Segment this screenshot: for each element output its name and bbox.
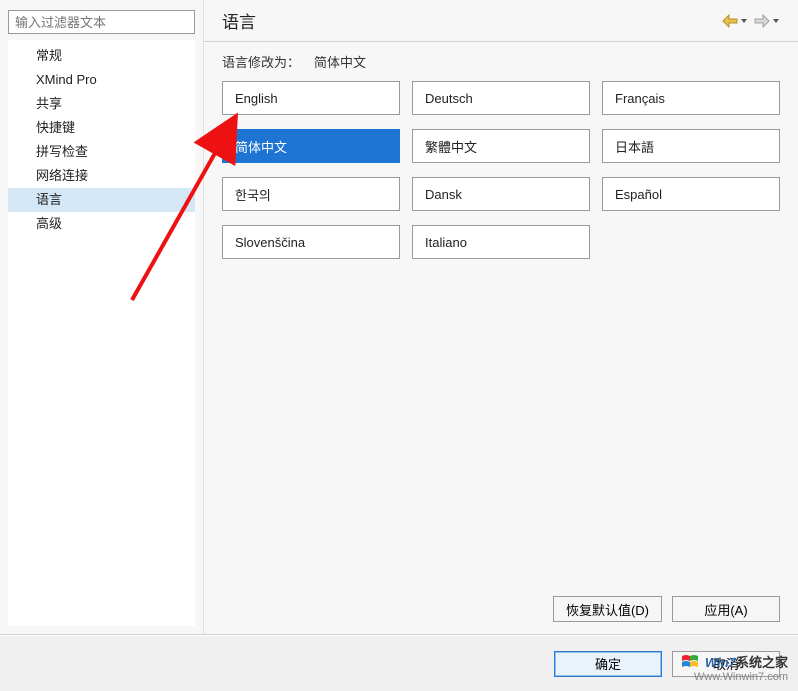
lang-option-francais[interactable]: Français — [602, 81, 780, 115]
lang-option-deutsch[interactable]: Deutsch — [412, 81, 590, 115]
apply-label: 应用(A) — [704, 603, 747, 618]
restore-defaults-label: 恢复默认值(D) — [566, 603, 649, 618]
lang-option-italiano[interactable]: Italiano — [412, 225, 590, 259]
back-button[interactable] — [722, 14, 748, 28]
forward-button[interactable] — [754, 14, 780, 28]
current-language-label: 语言修改为： 简体中文 — [204, 52, 798, 81]
back-arrow-icon — [722, 14, 738, 28]
sidebar-item-xmind-pro[interactable]: XMind Pro — [8, 68, 195, 92]
dropdown-caret-icon — [772, 17, 780, 25]
lang-option-traditional-chinese[interactable]: 繁體中文 — [412, 129, 590, 163]
sidebar-item-language[interactable]: 语言 — [8, 188, 195, 212]
sidebar-item-advanced[interactable]: 高级 — [8, 212, 195, 236]
category-tree: 常规 XMind Pro 共享 快捷键 拼写检查 网络连接 语言 高级 — [8, 40, 195, 626]
dropdown-caret-icon — [740, 17, 748, 25]
content-pane: 语言 — [204, 0, 798, 634]
lang-option-espanol[interactable]: Español — [602, 177, 780, 211]
lang-option-simplified-chinese[interactable]: 简体中文 — [222, 129, 400, 163]
sidebar-item-general[interactable]: 常规 — [8, 44, 195, 68]
header-divider — [204, 41, 798, 42]
cancel-label: 取消 — [713, 657, 739, 672]
page-title: 语言 — [222, 8, 256, 33]
lang-label-current: 简体中文 — [314, 55, 366, 70]
apply-button[interactable]: 应用(A) — [672, 596, 780, 622]
ok-label: 确定 — [595, 657, 621, 672]
sidebar-item-spellcheck[interactable]: 拼写检查 — [8, 140, 195, 164]
lang-option-korean[interactable]: 한국의 — [222, 177, 400, 211]
language-grid: English Deutsch Français 简体中文 繁體中文 日本語 한… — [204, 81, 798, 259]
lang-option-slovenscina[interactable]: Slovenščina — [222, 225, 400, 259]
history-nav — [722, 14, 780, 28]
lang-option-english[interactable]: English — [222, 81, 400, 115]
lang-option-japanese[interactable]: 日本語 — [602, 129, 780, 163]
preferences-sidebar: 常规 XMind Pro 共享 快捷键 拼写检查 网络连接 语言 高级 — [0, 0, 204, 634]
cancel-button[interactable]: 取消 — [672, 651, 780, 677]
lang-label-prefix: 语言修改为： — [222, 55, 300, 70]
restore-defaults-button[interactable]: 恢复默认值(D) — [553, 596, 662, 622]
lang-option-dansk[interactable]: Dansk — [412, 177, 590, 211]
sidebar-item-network[interactable]: 网络连接 — [8, 164, 195, 188]
filter-input[interactable] — [8, 10, 195, 34]
dialog-footer: 确定 取消 — [0, 635, 798, 691]
forward-arrow-icon — [754, 14, 770, 28]
ok-button[interactable]: 确定 — [554, 651, 662, 677]
sidebar-item-shortcuts[interactable]: 快捷键 — [8, 116, 195, 140]
sidebar-item-share[interactable]: 共享 — [8, 92, 195, 116]
